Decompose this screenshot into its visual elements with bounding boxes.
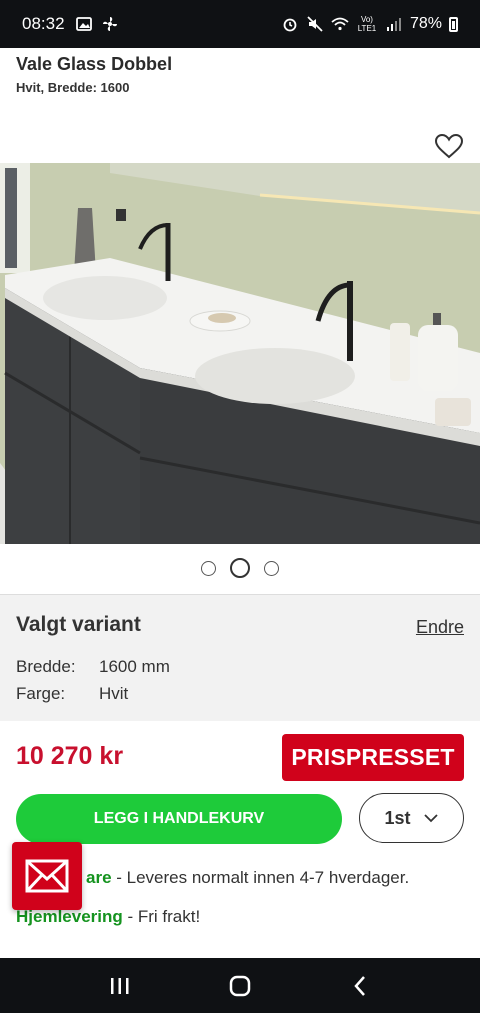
quantity-select[interactable]: 1st bbox=[359, 793, 464, 843]
network-label: Vo) LTE1 bbox=[357, 15, 377, 33]
price-badge: PRISPRESSET bbox=[282, 734, 464, 781]
battery-icon bbox=[449, 16, 458, 32]
variant-value: Hvit bbox=[99, 684, 129, 703]
delivery-home-line: Hjemlevering - Fri frakt! bbox=[16, 907, 200, 927]
carousel-dot[interactable] bbox=[201, 560, 216, 576]
home-button[interactable] bbox=[220, 966, 260, 1006]
status-bar: 08:32 Vo) LTE1 78% bbox=[0, 0, 480, 48]
wifi-icon bbox=[331, 15, 349, 33]
carousel-dot-active[interactable] bbox=[230, 558, 250, 578]
delivery-method-text: - Leveres normalt innen 4-7 hverdager. bbox=[111, 868, 410, 887]
status-time: 08:32 bbox=[22, 14, 65, 33]
product-header: Vale Glass Dobbel Hvit, Bredde: 1600 bbox=[0, 48, 480, 163]
variant-key: Farge: bbox=[16, 684, 66, 703]
carousel-dot[interactable] bbox=[264, 560, 279, 576]
heart-icon bbox=[434, 133, 464, 159]
vanity-illustration bbox=[0, 163, 480, 544]
contact-mail-button[interactable] bbox=[12, 842, 82, 910]
battery-percent: 78% bbox=[409, 15, 442, 32]
back-icon bbox=[354, 975, 365, 996]
image-icon bbox=[75, 15, 93, 33]
product-price: 10 270 kr bbox=[16, 742, 124, 770]
signal-icon bbox=[385, 15, 403, 33]
mute-icon bbox=[306, 15, 324, 33]
variant-value: 1600 mm bbox=[99, 657, 170, 676]
variant-row-width: Bredde: 1600 mm bbox=[16, 657, 170, 677]
add-to-cart-button[interactable]: LEGG I HANDLEKURV bbox=[16, 794, 342, 844]
recents-icon bbox=[111, 977, 129, 994]
product-image[interactable] bbox=[0, 163, 480, 544]
back-button[interactable] bbox=[340, 966, 380, 1006]
system-nav-bar bbox=[0, 958, 480, 1013]
product-subtitle: Hvit, Bredde: 1600 bbox=[16, 80, 130, 95]
quantity-value: 1st bbox=[384, 807, 411, 828]
variant-heading: Valgt variant bbox=[16, 613, 141, 636]
alarm-icon bbox=[281, 15, 299, 33]
variant-row-color: Farge: Hvit bbox=[16, 684, 128, 704]
delivery-method-text: - Fri frakt! bbox=[122, 907, 201, 926]
carousel-dots bbox=[0, 556, 480, 580]
mail-icon bbox=[25, 859, 69, 893]
change-variant-link[interactable]: Endre bbox=[416, 617, 464, 638]
fan-icon bbox=[101, 15, 119, 33]
variant-key: Bredde: bbox=[16, 657, 76, 676]
recents-button[interactable] bbox=[100, 966, 140, 1006]
chevron-down-icon bbox=[423, 814, 438, 823]
product-title: Vale Glass Dobbel bbox=[16, 54, 173, 74]
favorite-button[interactable] bbox=[434, 133, 464, 159]
home-icon bbox=[229, 975, 251, 996]
selected-variant-panel: Valgt variant Endre Bredde: 1600 mm Farg… bbox=[0, 595, 480, 721]
